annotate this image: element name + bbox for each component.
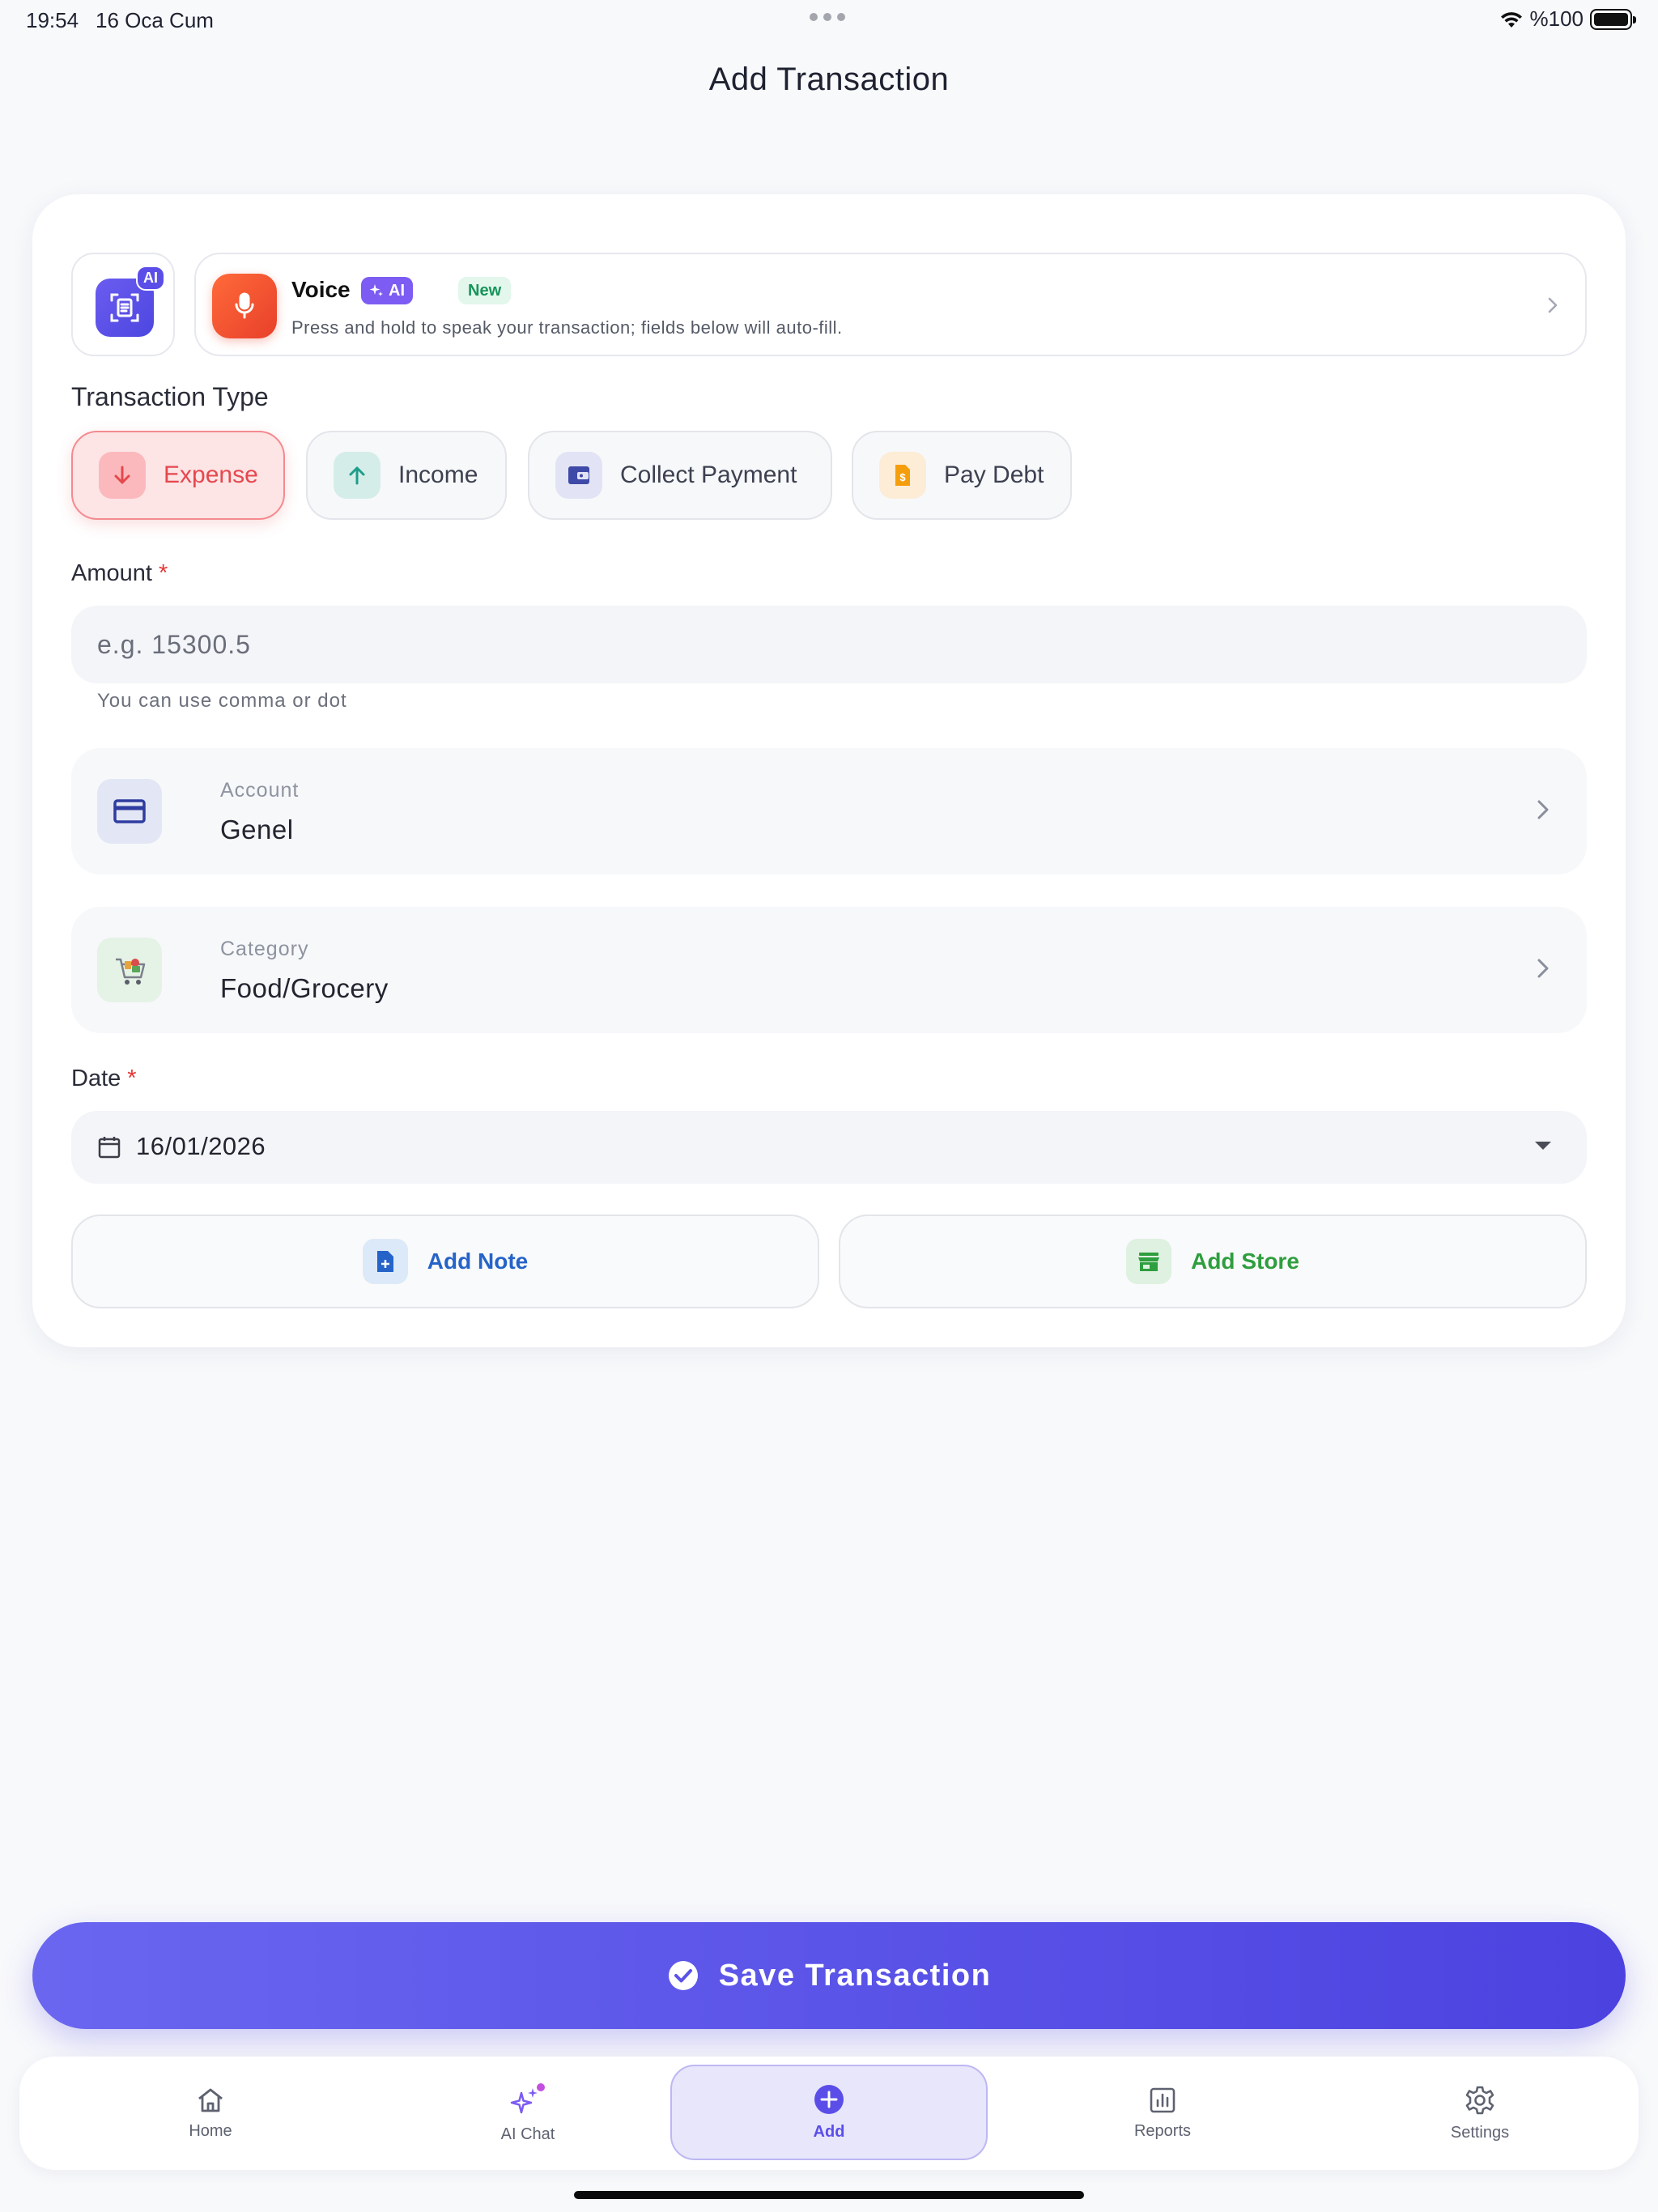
add-store-button[interactable]: Add Store (839, 1214, 1587, 1308)
status-time: 19:54 (26, 8, 79, 32)
wifi-icon (1500, 11, 1522, 28)
tab-ai-chat[interactable]: AI Chat (369, 2057, 687, 2170)
check-circle-icon (668, 1961, 698, 1990)
tab-home[interactable]: Home (52, 2057, 369, 2170)
dropdown-caret-icon (1535, 1142, 1551, 1150)
collect-payment-type-label: Collect Payment (620, 462, 797, 488)
income-type-button[interactable]: Income (306, 431, 507, 520)
voice-ai-badge-label: AI (389, 281, 405, 300)
chart-icon (1150, 2087, 1175, 2112)
tab-reports[interactable]: Reports (1004, 2057, 1321, 2170)
transaction-form-card: AI Voice AI New Press and hold to speak … (32, 194, 1626, 1347)
collect-payment-type-button[interactable]: Collect Payment (528, 431, 832, 520)
add-note-button[interactable]: Add Note (71, 1214, 819, 1308)
add-transaction-screen: 19:54 16 Oca Cum %100 Add Transaction AI… (0, 0, 1658, 2212)
tab-settings-label: Settings (1450, 2123, 1510, 2142)
account-value: Genel (220, 815, 294, 844)
svg-text:$: $ (899, 471, 906, 483)
account-selector[interactable]: Account Genel (71, 748, 1587, 874)
transaction-type-label: Transaction Type (71, 382, 269, 411)
ai-badge: AI (136, 266, 165, 291)
chevron-right-icon (1537, 800, 1549, 819)
amount-helper-text: You can use comma or dot (97, 690, 347, 712)
pay-debt-type-label: Pay Debt (944, 462, 1044, 488)
arrow-down-icon (99, 452, 146, 499)
voice-title: Voice (291, 277, 351, 302)
tab-settings[interactable]: Settings (1321, 2057, 1639, 2170)
credit-card-icon (97, 779, 162, 844)
home-indicator[interactable] (574, 2191, 1084, 2199)
status-date: 16 Oca Cum (96, 8, 214, 32)
amount-label-text: Amount (71, 560, 152, 586)
note-add-icon (362, 1239, 408, 1284)
expense-type-label: Expense (164, 462, 258, 488)
voice-input-button[interactable]: Voice AI New Press and hold to speak you… (194, 253, 1587, 356)
microphone-icon (212, 274, 277, 338)
required-marker: * (127, 1066, 137, 1091)
store-icon (1126, 1239, 1172, 1284)
home-icon (198, 2088, 223, 2112)
pay-debt-type-button[interactable]: $ Pay Debt (852, 431, 1072, 520)
status-indicators: %100 (1499, 6, 1636, 32)
calendar-icon (98, 1137, 121, 1159)
wallet-icon (555, 452, 602, 499)
voice-subtitle: Press and hold to speak your transaction… (291, 317, 843, 338)
account-label: Account (220, 779, 300, 802)
grocery-cart-icon (97, 938, 162, 1002)
date-picker[interactable]: 16/01/2026 (71, 1111, 1587, 1184)
page-title: Add Transaction (708, 62, 950, 97)
bill-icon: $ (879, 452, 926, 499)
status-bar: 19:54 16 Oca Cum %100 (0, 0, 1658, 39)
chevron-right-icon (1537, 959, 1549, 978)
save-transaction-button[interactable]: Save Transaction (32, 1922, 1626, 2029)
save-transaction-label: Save Transaction (718, 1958, 992, 1993)
add-store-label: Add Store (1191, 1249, 1299, 1274)
tab-add[interactable]: Add (670, 2065, 988, 2160)
amount-label: Amount * (71, 560, 168, 587)
tab-home-label: Home (189, 2121, 232, 2140)
bottom-tab-bar: Home AI Chat Add Reports Settings (19, 2057, 1639, 2170)
date-value: 16/01/2026 (136, 1132, 266, 1160)
tab-ai-chat-label: AI Chat (500, 2125, 555, 2143)
battery-icon (1590, 8, 1636, 30)
sparkle-icon (369, 284, 383, 296)
category-selector[interactable]: Category Food/Grocery (71, 907, 1587, 1033)
plus-circle-icon (814, 2084, 844, 2114)
expense-type-button[interactable]: Expense (71, 431, 285, 520)
required-marker: * (158, 560, 168, 586)
add-note-label: Add Note (427, 1249, 529, 1274)
gear-icon (1465, 2086, 1494, 2114)
sparkles-icon (510, 2082, 545, 2113)
category-value: Food/Grocery (220, 973, 389, 1003)
category-label: Category (220, 938, 309, 960)
ai-scan-button[interactable]: AI (71, 253, 175, 356)
tab-add-label: Add (813, 2122, 845, 2141)
date-label-text: Date (71, 1066, 121, 1091)
voice-ai-badge: AI (361, 277, 413, 304)
tab-reports-label: Reports (1133, 2121, 1192, 2140)
multitasking-dots-icon[interactable] (810, 13, 845, 21)
income-type-label: Income (398, 462, 478, 488)
chevron-right-icon (1548, 297, 1558, 313)
amount-input[interactable] (71, 606, 1587, 683)
new-badge: New (458, 277, 512, 304)
arrow-up-icon (334, 452, 380, 499)
battery-percentage: %100 (1529, 6, 1584, 31)
date-label: Date * (71, 1066, 137, 1092)
